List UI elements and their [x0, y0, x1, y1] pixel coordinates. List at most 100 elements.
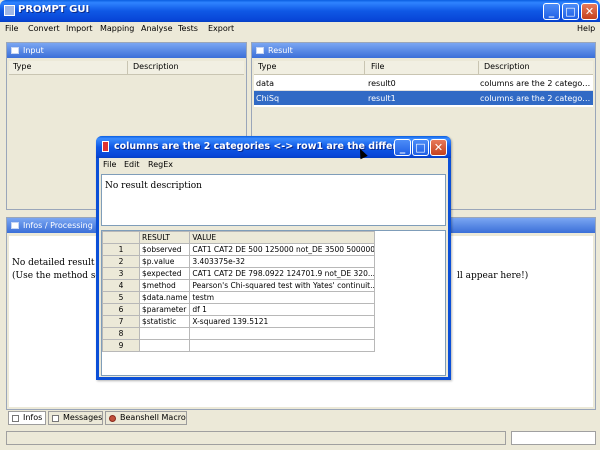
minimize-icon: _ [399, 141, 406, 154]
description-box[interactable]: No result description [101, 174, 446, 226]
row-number: 6 [102, 303, 140, 316]
menu-import[interactable]: Import [66, 24, 93, 33]
result-cell[interactable]: $parameter [138, 303, 191, 316]
menu-analyse[interactable]: Analyse [141, 24, 173, 33]
row-number: 2 [102, 255, 140, 268]
menu-file[interactable]: File [5, 24, 18, 33]
tab-infos-label: Infos [23, 413, 43, 422]
close-button[interactable]: ✕ [581, 3, 598, 20]
table-row[interactable]: 3 $expected CAT1 CAT2 DE 798.0922 124701.9… [102, 267, 376, 280]
header-value[interactable]: VALUE [189, 231, 376, 244]
input-panel-title: Input [23, 46, 44, 55]
result-col-description[interactable]: Description [484, 62, 530, 71]
menubar: File Convert Import Mapping Analyse Test… [0, 22, 600, 38]
dialog-menubar: File Edit RegEx [99, 158, 448, 172]
dialog-title: columns are the 2 categories <-> row1 ar… [114, 141, 394, 152]
dialog-minimize-button[interactable]: _ [394, 139, 411, 156]
results-header-row: RESULT VALUE [102, 231, 376, 244]
results-table: RESULT VALUE 1 $observed CAT1 CAT2 DE 500 … [102, 231, 376, 352]
close-icon: ✕ [584, 5, 595, 18]
table-row[interactable]: data result0 columns are the 2 categorie… [254, 76, 593, 91]
table-row[interactable]: 7 $statistic X-squared 139.5121 [102, 315, 376, 328]
infos-panel-title: Infos / Processing M [23, 221, 103, 230]
result-cell[interactable]: $method [138, 279, 191, 292]
row-number: 4 [102, 279, 140, 292]
table-row[interactable]: 5 $data.name testm [102, 291, 376, 304]
tab-beanshell-macro[interactable]: Beanshell Macro [105, 411, 187, 425]
result-cell[interactable]: $observed [138, 243, 191, 256]
table-row[interactable]: 1 $observed CAT1 CAT2 DE 500 125000 not_DE… [102, 243, 376, 256]
panel-icon [11, 222, 19, 229]
menu-mapping[interactable]: Mapping [100, 24, 134, 33]
row-number: 3 [102, 267, 140, 280]
tab-infos[interactable]: Infos [8, 411, 46, 425]
tab-messages[interactable]: Messages [48, 411, 103, 425]
info-line-2-start: (Use the method se [12, 271, 101, 281]
row-number: 7 [102, 315, 140, 328]
input-col-type[interactable]: Type [13, 62, 31, 71]
table-row[interactable]: 4 $method Pearson's Chi-squared test with … [102, 279, 376, 292]
bottom-tabs: Infos Messages Beanshell Macro [8, 411, 308, 425]
value-cell[interactable]: Pearson's Chi-squared test with Yates' c… [189, 279, 376, 292]
info-line-2-end: ll appear here!) [457, 271, 529, 281]
value-cell[interactable]: X-squared 139.5121 [189, 315, 376, 328]
result-dialog: columns are the 2 categories <-> row1 ar… [96, 136, 451, 380]
tab-messages-label: Messages [63, 413, 103, 422]
app-icon [4, 5, 15, 16]
table-row[interactable]: ChiSq result1 columns are the 2 categori… [254, 91, 593, 105]
menu-export[interactable]: Export [208, 24, 234, 33]
menu-help[interactable]: Help [577, 24, 595, 33]
info-line-1: No detailed result de [12, 258, 109, 268]
maximize-icon: □ [415, 141, 426, 154]
row-type: ChiSq [256, 94, 280, 103]
result-cell[interactable] [138, 327, 191, 340]
dialog-maximize-button[interactable]: □ [412, 139, 429, 156]
row-number: 9 [102, 339, 140, 352]
table-row[interactable]: 2 $p.value 3.403375e-32 [102, 255, 376, 268]
result-table-header: Type File Description [254, 61, 593, 75]
result-cell[interactable]: $data.name [138, 291, 191, 304]
value-cell[interactable] [189, 327, 376, 340]
value-cell[interactable]: testm [189, 291, 376, 304]
value-cell[interactable]: df 1 [189, 303, 376, 316]
table-row[interactable]: 8 [102, 327, 376, 340]
row-file: result1 [368, 94, 396, 103]
result-col-type[interactable]: Type [258, 62, 276, 71]
description-text: No result description [105, 181, 202, 191]
value-cell[interactable]: 3.403375e-32 [189, 255, 376, 268]
dialog-menu-file[interactable]: File [103, 160, 116, 169]
table-row[interactable]: 6 $parameter df 1 [102, 303, 376, 316]
maximize-button[interactable]: □ [562, 3, 579, 20]
main-title-bar[interactable]: PROMPT GUI _ □ ✕ [0, 0, 600, 22]
progress-field [511, 431, 596, 445]
value-cell[interactable] [189, 339, 376, 352]
result-table-body: data result0 columns are the 2 categorie… [254, 75, 593, 107]
result-panel-title: Result [268, 46, 293, 55]
table-row[interactable]: 9 [102, 339, 376, 352]
row-type: data [256, 79, 275, 88]
result-cell[interactable]: $expected [138, 267, 191, 280]
dialog-menu-edit[interactable]: Edit [124, 160, 140, 169]
input-panel-header: Input [7, 43, 246, 58]
result-cell[interactable]: $p.value [138, 255, 191, 268]
corner-cell [102, 231, 140, 244]
value-cell[interactable]: CAT1 CAT2 DE 500 125000 not_DE 3500 5000… [189, 243, 376, 256]
header-result[interactable]: RESULT [138, 231, 191, 244]
close-icon: ✕ [433, 141, 444, 154]
minimize-button[interactable]: _ [543, 3, 560, 20]
result-cell[interactable] [138, 339, 191, 352]
result-col-file[interactable]: File [371, 62, 384, 71]
dialog-title-bar[interactable]: columns are the 2 categories <-> row1 ar… [96, 136, 451, 158]
messages-icon [52, 415, 59, 422]
value-cell[interactable]: CAT1 CAT2 DE 798.0922 124701.9 not_DE 32… [189, 267, 376, 280]
dialog-app-icon [102, 141, 109, 152]
menu-tests[interactable]: Tests [178, 24, 198, 33]
dialog-close-button[interactable]: ✕ [430, 139, 447, 156]
input-col-description[interactable]: Description [133, 62, 179, 71]
row-number: 1 [102, 243, 140, 256]
info-icon [12, 415, 19, 422]
minimize-icon: _ [548, 5, 555, 18]
result-cell[interactable]: $statistic [138, 315, 191, 328]
dialog-menu-regex[interactable]: RegEx [148, 160, 173, 169]
menu-convert[interactable]: Convert [28, 24, 60, 33]
